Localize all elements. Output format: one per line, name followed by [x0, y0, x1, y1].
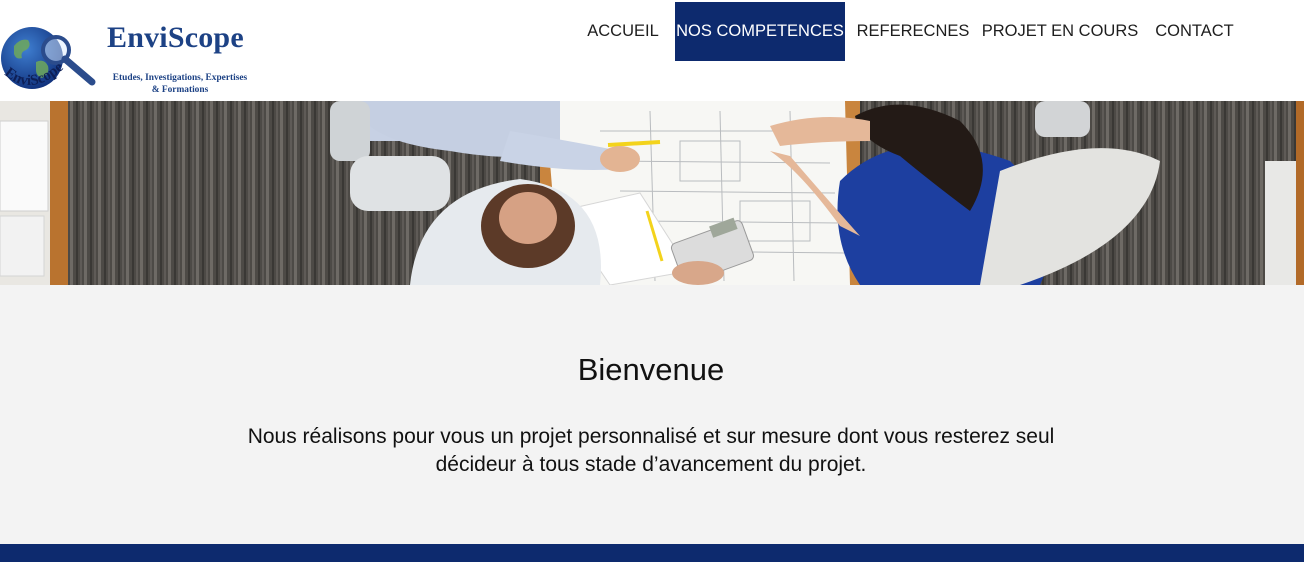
nav-nos-competences[interactable]: NOS COMPETENCES	[675, 2, 845, 61]
site-logo[interactable]: EnviScope EnviScope Etudes, Investigatio…	[0, 0, 260, 101]
globe-magnifier-icon: EnviScope	[1, 27, 96, 89]
hero-image	[0, 101, 1304, 285]
logo-title: EnviScope	[107, 21, 244, 54]
nav-projet-en-cours[interactable]: PROJET EN COURS	[981, 2, 1139, 61]
nav-contact[interactable]: CONTACT	[1149, 2, 1240, 61]
welcome-title: Bienvenue	[577, 352, 725, 387]
nav-accueil[interactable]: ACCUEIL	[581, 2, 665, 61]
nav-references[interactable]: REFERECNES	[855, 2, 971, 61]
hero-banner	[0, 101, 1304, 285]
welcome-section: Bienvenue Nous réalisons pour vous un pr…	[0, 285, 1304, 544]
logo-tagline-line2: & Formations	[151, 85, 209, 95]
footer-bar	[0, 544, 1304, 562]
site-header: EnviScope EnviScope Etudes, Investigatio…	[0, 0, 1304, 101]
logo-tagline: Etudes, Investigations, Expertises & For…	[104, 72, 256, 96]
logo-tagline-line1: Etudes, Investigations, Expertises	[112, 73, 248, 83]
welcome-text: Nous réalisons pour vous un projet perso…	[247, 425, 1055, 476]
